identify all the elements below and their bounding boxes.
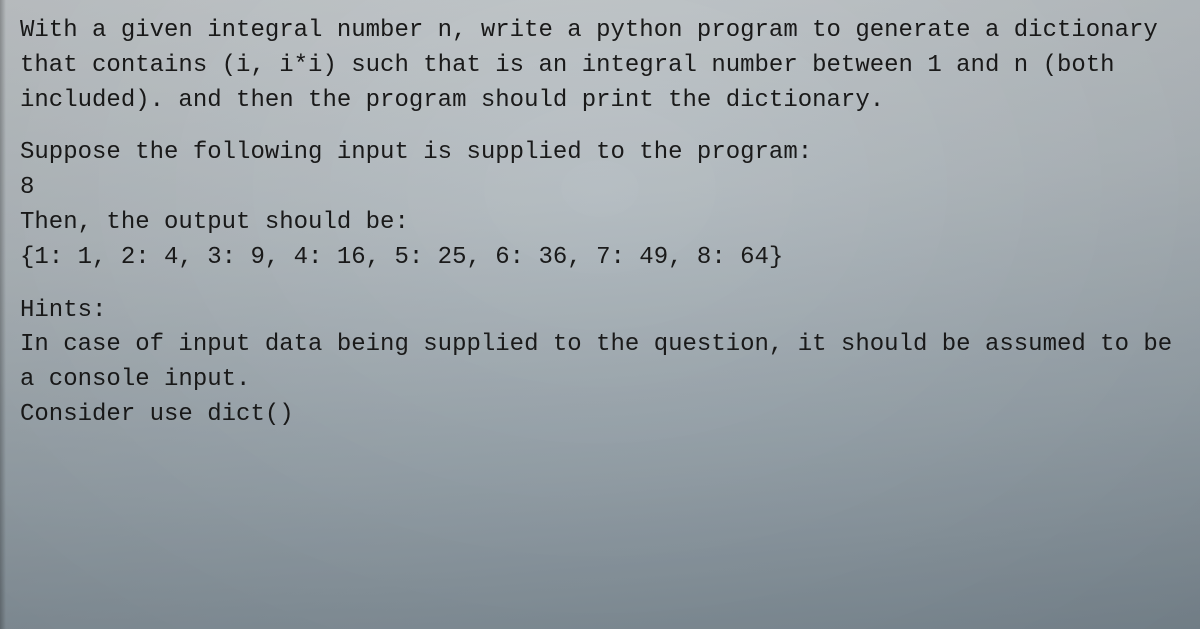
problem-statement: With a given integral number n, write a … [20, 14, 1186, 118]
example-io: Suppose the following input is supplied … [20, 136, 1186, 275]
left-edge-shadow [0, 0, 6, 629]
hints: Hints: In case of input data being suppl… [20, 294, 1186, 433]
